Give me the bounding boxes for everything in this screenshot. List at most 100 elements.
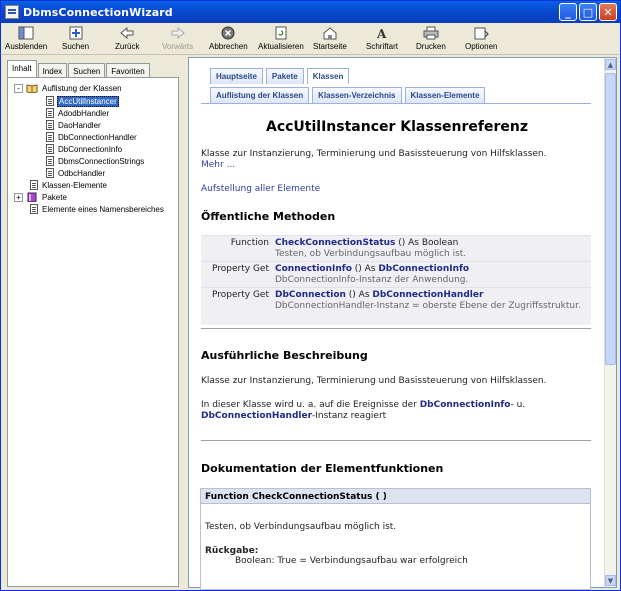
page-icon bbox=[46, 144, 54, 154]
tree-node-class-list[interactable]: - Auflistung der Klassen bbox=[14, 82, 123, 94]
print-button[interactable]: Drucken bbox=[416, 25, 446, 51]
tree-node-daohandler[interactable]: DaoHandler bbox=[46, 119, 102, 131]
function-description: Testen, ob Verbindungsaufbau möglich ist… bbox=[205, 522, 397, 532]
book-closed-icon bbox=[26, 192, 38, 203]
page-icon bbox=[46, 156, 54, 166]
page-icon bbox=[46, 132, 54, 142]
options-icon bbox=[472, 25, 490, 40]
public-methods-heading: Öffentliche Methoden bbox=[201, 210, 336, 223]
page-title: AccUtilInstancer Klassenreferenz bbox=[265, 119, 528, 135]
help-app-icon bbox=[5, 5, 19, 19]
page-icon bbox=[46, 96, 54, 106]
tab-favorites[interactable]: Favoriten bbox=[106, 63, 150, 78]
sub-nav-tabs: Auflistung der Klassen Klassen-Verzeichn… bbox=[210, 87, 486, 103]
method-type: Function bbox=[230, 238, 269, 248]
tab-class-members[interactable]: Klassen-Elemente bbox=[404, 87, 486, 103]
home-button[interactable]: Startseite bbox=[313, 25, 347, 51]
tree-node-odbchandler[interactable]: OdbcHandler bbox=[46, 167, 106, 179]
tab-hauptseite[interactable]: Hauptseite bbox=[210, 68, 263, 84]
function-header: Function CheckConnectionStatus ( ) bbox=[201, 489, 590, 504]
method-link[interactable]: DbConnection bbox=[275, 290, 346, 300]
scroll-up-icon[interactable]: ▲ bbox=[605, 59, 616, 70]
help-window: DbmsConnectionWizard _ □ ✕ Ausblenden Su… bbox=[0, 0, 621, 591]
all-members-link[interactable]: Aufstellung aller Elemente bbox=[201, 184, 320, 195]
dbconnectionhandler-link[interactable]: DbConnectionHandler bbox=[201, 411, 312, 421]
function-doc-box: Function CheckConnectionStatus ( ) Teste… bbox=[200, 488, 591, 590]
method-link[interactable]: ConnectionInfo bbox=[275, 264, 352, 274]
font-button[interactable]: A Schriftart bbox=[366, 25, 398, 52]
book-open-icon bbox=[26, 83, 38, 94]
intro-text: Klasse zur Instanzierung, Terminierung u… bbox=[201, 149, 547, 170]
tree-node-dbconnectionhandler[interactable]: DbConnectionHandler bbox=[46, 131, 138, 143]
top-nav-tabs: Hauptseite Pakete Klassen bbox=[210, 68, 350, 84]
return-type-link[interactable]: DbConnectionInfo bbox=[378, 264, 469, 274]
pane-splitter[interactable] bbox=[182, 57, 187, 588]
close-button[interactable]: ✕ bbox=[599, 3, 617, 21]
stop-button[interactable]: Abbrechen bbox=[209, 25, 248, 51]
method-signature: ConnectionInfo () As DbConnectionInfo Db… bbox=[275, 264, 470, 285]
svg-text:A: A bbox=[376, 27, 387, 40]
tab-klassen[interactable]: Klassen bbox=[306, 68, 350, 84]
table-row: Property Get ConnectionInfo () As DbConn… bbox=[201, 261, 591, 287]
back-arrow-icon bbox=[118, 25, 136, 40]
tree-node-accutilinstancer[interactable]: AccUtilInstancer bbox=[46, 95, 119, 107]
dbconnectioninfo-link[interactable]: DbConnectionInfo bbox=[420, 400, 511, 410]
tab-class-index[interactable]: Klassen-Verzeichnis bbox=[312, 87, 402, 103]
tab-contents[interactable]: Inhalt bbox=[7, 60, 37, 78]
method-type: Property Get bbox=[212, 290, 269, 300]
back-button[interactable]: Zurück bbox=[115, 25, 139, 51]
tab-search[interactable]: Suchen bbox=[68, 63, 106, 78]
method-signature: DbConnection () As DbConnectionHandler D… bbox=[275, 290, 581, 311]
tab-index[interactable]: Index bbox=[37, 63, 68, 78]
page-icon bbox=[46, 168, 54, 178]
more-link[interactable]: Mehr ... bbox=[201, 160, 235, 170]
tab-pakete[interactable]: Pakete bbox=[265, 68, 304, 84]
maximize-button[interactable]: □ bbox=[579, 3, 597, 21]
collapse-icon[interactable]: - bbox=[14, 83, 23, 93]
detail-text: Klasse zur Instanzierung, Terminierung u… bbox=[201, 376, 547, 386]
tree-node-class-members[interactable]: Klassen-Elemente bbox=[30, 179, 108, 191]
content-pane: Hauptseite Pakete Klassen Auflistung der… bbox=[188, 57, 617, 590]
home-icon bbox=[321, 25, 339, 40]
refresh-button[interactable]: Aktualisieren bbox=[258, 25, 304, 51]
method-type: Property Get bbox=[212, 264, 269, 274]
locate-button[interactable]: Suchen bbox=[62, 25, 89, 51]
window-title: DbmsConnectionWizard bbox=[23, 5, 173, 19]
tree-node-namespace-members[interactable]: Elemente eines Namensbereiches bbox=[30, 203, 165, 215]
minimize-button[interactable]: _ bbox=[559, 3, 577, 21]
method-signature: CheckConnectionStatus () As Boolean Test… bbox=[275, 238, 467, 259]
tree-node-dbmsconnectionstrings[interactable]: DbmsConnectionStrings bbox=[46, 155, 145, 167]
refresh-icon bbox=[272, 25, 290, 40]
vertical-scrollbar[interactable]: ▲ ▼ bbox=[604, 58, 616, 587]
hide-button[interactable]: Ausblenden bbox=[5, 25, 47, 51]
doc-heading: Dokumentation der Elementfunktionen bbox=[201, 462, 444, 475]
toolbar: Ausblenden Suchen Zurück Vorwärts Abbrec… bbox=[2, 23, 619, 55]
scroll-thumb[interactable] bbox=[605, 73, 616, 365]
page-icon bbox=[46, 120, 54, 130]
methods-table: Function CheckConnectionStatus () As Boo… bbox=[201, 235, 591, 325]
tree-node-adodbhandler[interactable]: AdodbHandler bbox=[46, 107, 110, 119]
hide-pane-icon bbox=[17, 25, 35, 40]
print-icon bbox=[422, 25, 440, 40]
title-bar[interactable]: DbmsConnectionWizard _ □ ✕ bbox=[1, 1, 620, 23]
scroll-down-icon[interactable]: ▼ bbox=[605, 575, 616, 586]
options-button[interactable]: Optionen bbox=[465, 25, 497, 51]
locate-icon bbox=[67, 25, 85, 40]
expand-icon[interactable]: + bbox=[14, 192, 23, 202]
page-icon bbox=[30, 204, 38, 214]
tree-node-dbconnectioninfo[interactable]: DbConnectionInfo bbox=[46, 143, 123, 155]
forward-button[interactable]: Vorwärts bbox=[162, 25, 193, 51]
navigation-pane: Inhalt Index Suchen Favoriten - Auflistu… bbox=[5, 57, 180, 588]
stop-icon bbox=[219, 25, 237, 40]
detail-heading: Ausführliche Beschreibung bbox=[201, 349, 368, 362]
return-text: Boolean: True = Verbindungsaufbau war er… bbox=[235, 556, 468, 566]
page-icon bbox=[46, 108, 54, 118]
table-row: Property Get DbConnection () As DbConnec… bbox=[201, 287, 591, 325]
contents-tree: - Auflistung der Klassen AccUtilInstance… bbox=[7, 77, 179, 587]
tab-class-list[interactable]: Auflistung der Klassen bbox=[210, 87, 310, 103]
tree-node-packages[interactable]: + Pakete bbox=[14, 191, 68, 203]
return-type-link[interactable]: DbConnectionHandler bbox=[372, 290, 483, 300]
forward-arrow-icon bbox=[169, 25, 187, 40]
method-link[interactable]: CheckConnectionStatus bbox=[275, 238, 395, 248]
navigation-tabs: Inhalt Index Suchen Favoriten bbox=[7, 60, 151, 78]
